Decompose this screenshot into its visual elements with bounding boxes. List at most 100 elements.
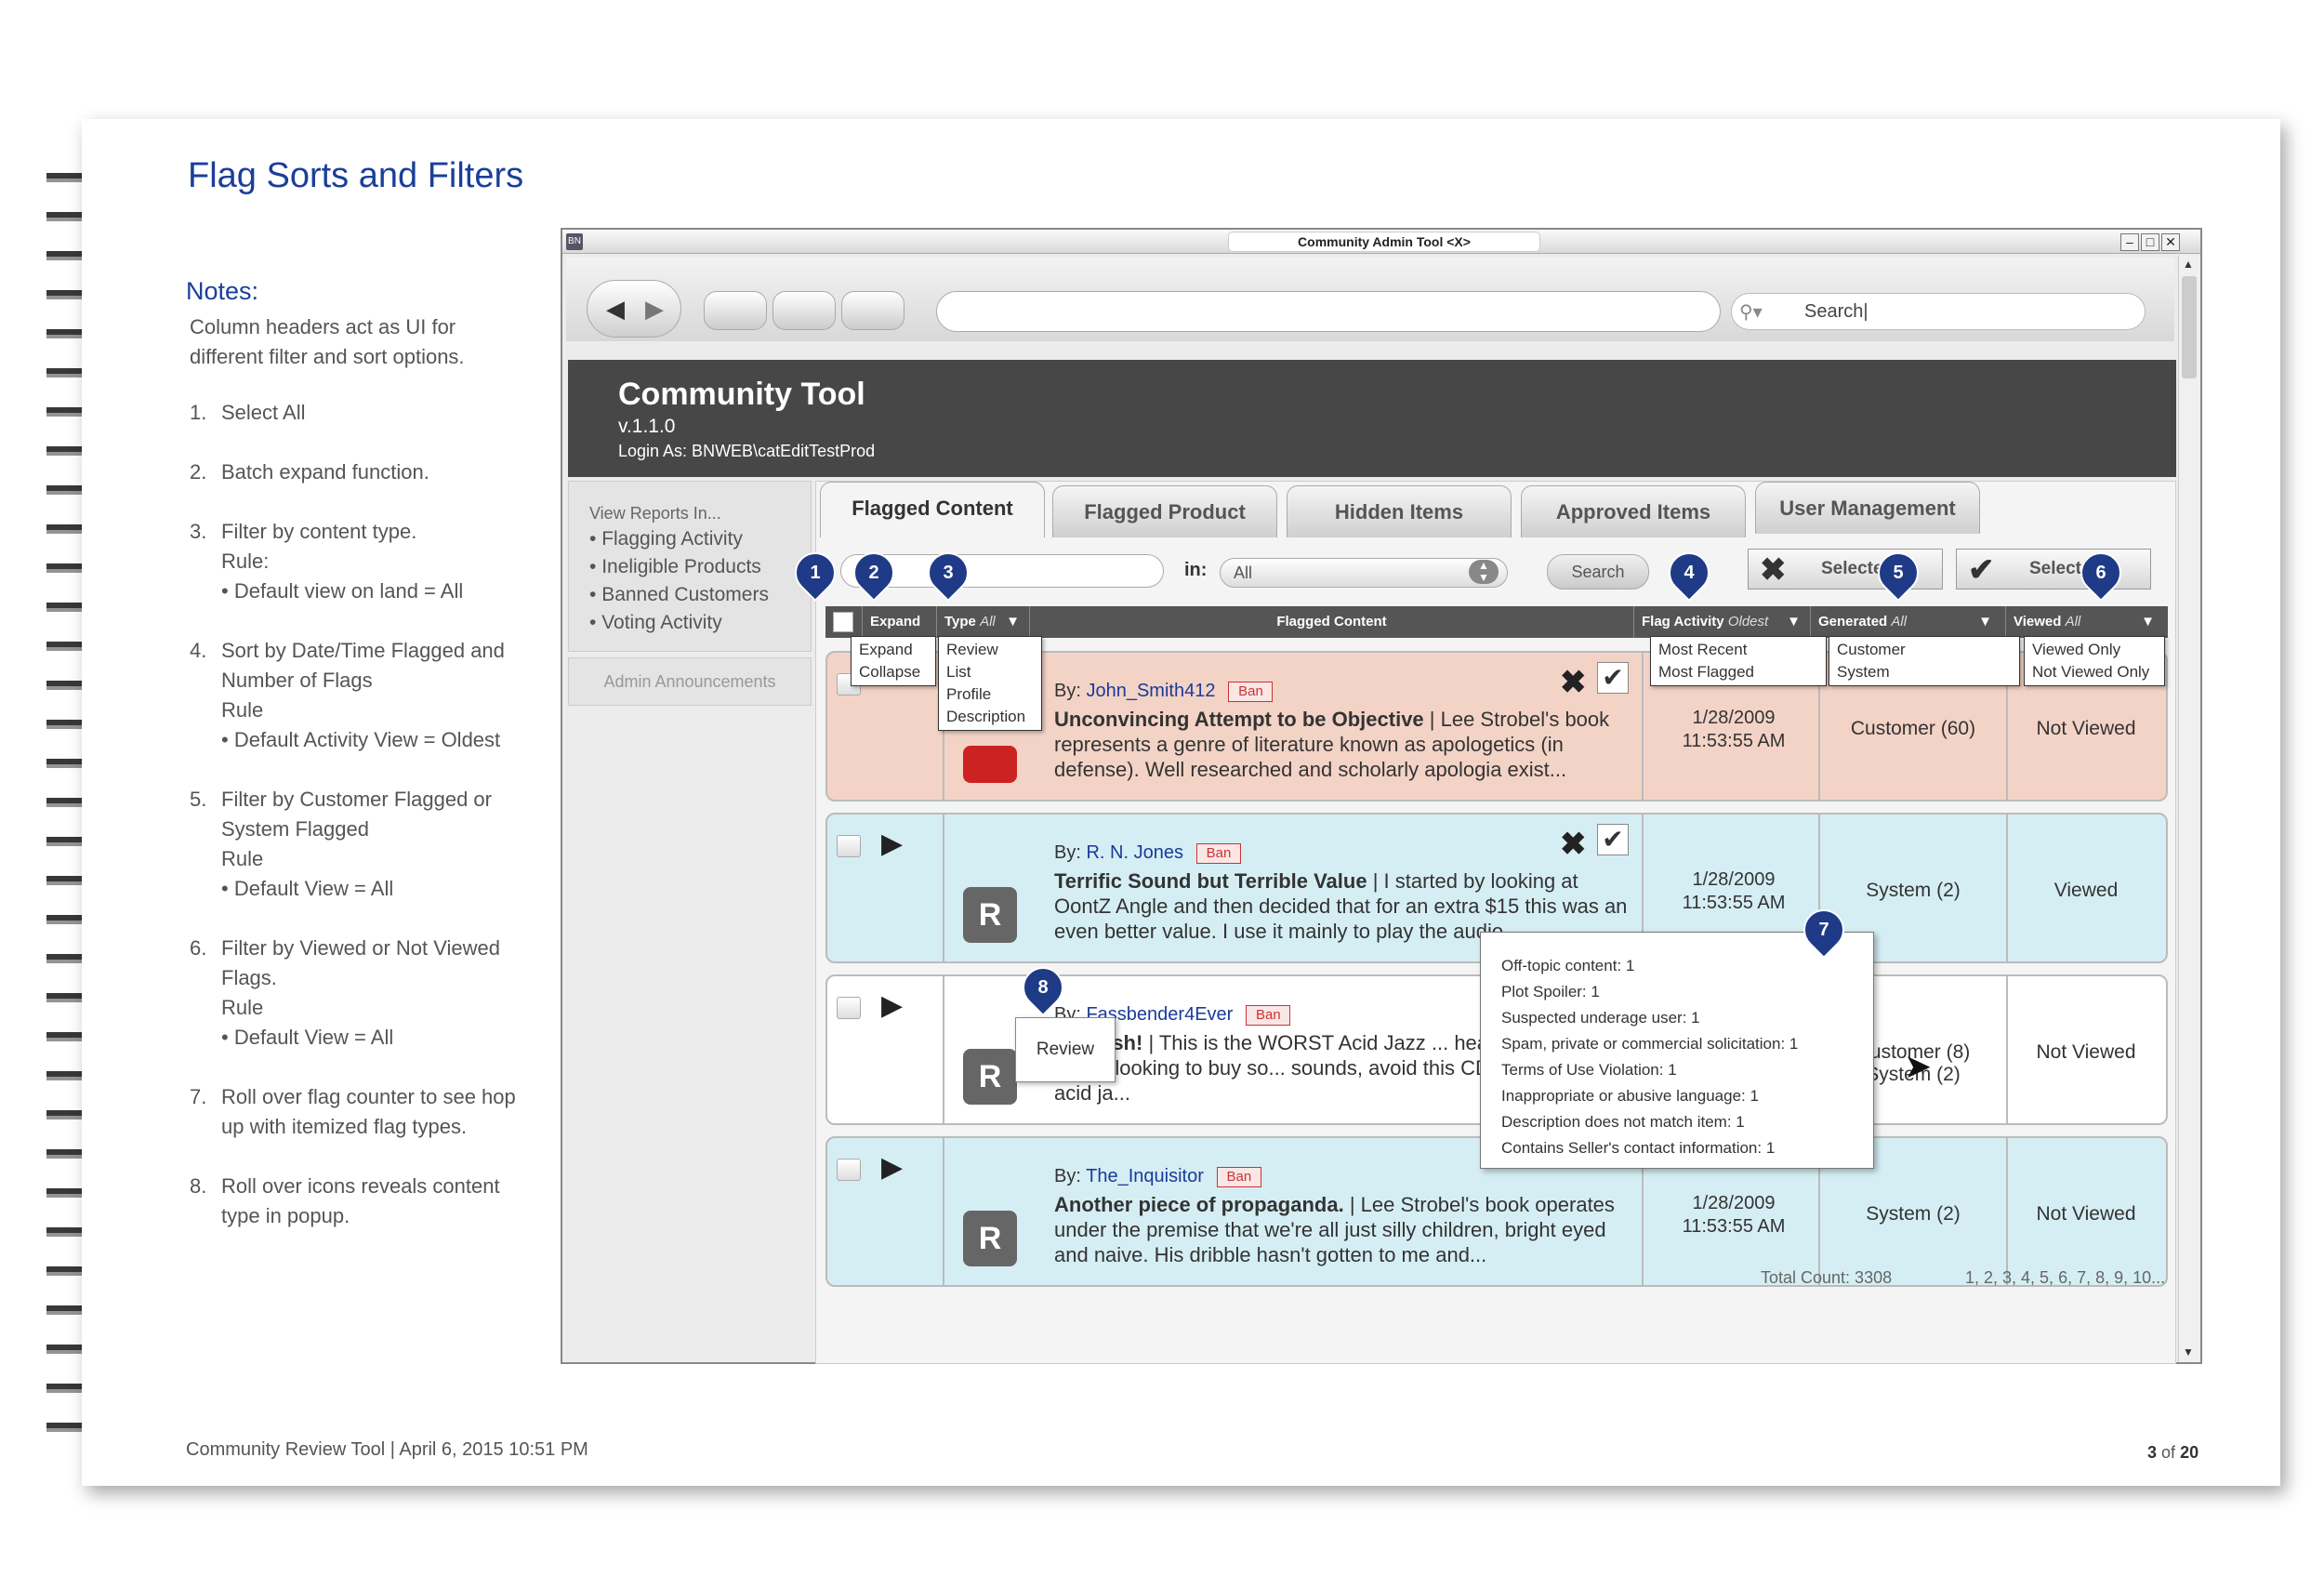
note-line: type in popup.: [221, 1204, 350, 1227]
select-arrows-icon[interactable]: ▲ ▼: [1469, 560, 1499, 584]
expand-arrow-icon[interactable]: ▶: [881, 828, 903, 860]
type-header-value: All: [980, 614, 996, 629]
total-count: Total Count: 3308: [1761, 1268, 1893, 1287]
expand-header[interactable]: Expand ▼: [863, 606, 937, 661]
close-button[interactable]: ✕: [2161, 233, 2180, 251]
left-nav-item[interactable]: • Flagging Activity: [589, 528, 743, 550]
note-line: 4. Sort by Date/Time Flagged and: [190, 636, 561, 666]
dropdown-option[interactable]: Most Flagged: [1658, 661, 1818, 683]
tab-user-management[interactable]: User Management: [1755, 482, 1980, 534]
forward-icon[interactable]: ▶: [640, 294, 669, 324]
tab-hidden-items[interactable]: Hidden Items: [1287, 485, 1512, 537]
search-button[interactable]: Search: [1547, 554, 1649, 590]
note-line: Rule: [221, 996, 264, 1019]
scope-select[interactable]: All: [1220, 558, 1508, 588]
generated-header-label: Generated: [1818, 614, 1888, 629]
by-label: By:: [1054, 681, 1081, 701]
scroll-up-icon[interactable]: ▲: [2183, 258, 2194, 271]
left-nav-item[interactable]: • Voting Activity: [589, 612, 722, 634]
dropdown-option[interactable]: Profile: [946, 683, 1034, 706]
row-title: Terrific Sound but Terrible Value: [1054, 869, 1367, 893]
dropdown-option[interactable]: Expand: [859, 639, 928, 661]
approve-icon[interactable]: ✔: [1597, 824, 1629, 855]
toolbar-button[interactable]: [772, 291, 836, 330]
minimize-button[interactable]: –: [2120, 233, 2139, 251]
left-nav-item[interactable]: • Banned Customers: [589, 584, 769, 606]
flag-counter[interactable]: System (2): [1822, 1203, 2004, 1226]
note-line: Flags.: [221, 966, 277, 989]
review-type-icon[interactable]: R: [963, 1049, 1017, 1105]
approve-icon[interactable]: ✔: [1597, 662, 1629, 694]
type-header[interactable]: Type All ▼: [937, 606, 1030, 638]
note-line: Rule: [221, 847, 264, 870]
ban-button[interactable]: Ban: [1216, 1166, 1261, 1187]
approve-selected-button[interactable]: ✔ Selected: [1956, 549, 2151, 590]
tab-approved-items[interactable]: Approved Items: [1521, 485, 1746, 537]
dropdown-option[interactable]: Collapse: [859, 661, 928, 683]
viewed-header[interactable]: Viewed All ▼: [2006, 606, 2168, 638]
row-checkbox[interactable]: [837, 997, 861, 1019]
dropdown-option[interactable]: List: [946, 661, 1034, 683]
scroll-thumb[interactable]: [2182, 276, 2197, 378]
back-icon[interactable]: ◀: [601, 294, 630, 324]
author-link[interactable]: John_Smith412: [1086, 681, 1215, 701]
expand-arrow-icon[interactable]: ▶: [881, 989, 903, 1022]
viewed-status: Viewed: [2053, 880, 2119, 901]
generated-header-value: All: [1891, 614, 1908, 629]
pagination[interactable]: 1, 2, 3, 4, 5, 6, 7, 8, 9, 10...: [1965, 1268, 2165, 1288]
review-type-icon[interactable]: R: [963, 887, 1017, 943]
review-type-icon[interactable]: [963, 746, 1017, 783]
dropdown-option[interactable]: Description: [946, 706, 1034, 728]
browser-toolbar: ◀ ▶ Search| ⚲▾: [566, 258, 2174, 341]
flag-date-day: 1/28/2009: [1692, 869, 1776, 890]
ban-button[interactable]: Ban: [1228, 681, 1274, 702]
note-text: Roll over flag counter to see hop: [221, 1085, 516, 1108]
review-type-icon[interactable]: R: [963, 1211, 1017, 1266]
expand-arrow-icon[interactable]: ▶: [881, 1151, 903, 1184]
browser-search-input[interactable]: Search|: [1731, 293, 2146, 330]
reject-icon[interactable]: ✖: [1560, 664, 1587, 701]
author-link[interactable]: R. N. Jones: [1086, 842, 1182, 863]
left-nav-item[interactable]: • Ineligible Products: [589, 556, 761, 578]
scrollbar[interactable]: ▲ ▼: [2178, 256, 2200, 1362]
flag-date: 1/28/2009 11:53:55 AM: [1645, 707, 1822, 753]
note-item: 7. Roll over flag counter to see hop up wi…: [190, 1082, 561, 1142]
activity-header[interactable]: Flag Activity Oldest ▼: [1634, 606, 1811, 638]
tab-flagged-content[interactable]: Flagged Content: [820, 482, 1045, 537]
search-icon[interactable]: ⚲▾: [1739, 300, 1763, 323]
viewed-header-value: All: [2065, 614, 2081, 629]
filter-row: in: All ▲ ▼ Search ✖ Selected ✔ Selected: [816, 537, 2175, 603]
flag-counter[interactable]: Customer (60): [1822, 718, 2004, 740]
callout-number: 8: [1037, 977, 1049, 998]
ban-button[interactable]: Ban: [1246, 1004, 1291, 1026]
reject-icon[interactable]: ✖: [1560, 826, 1587, 863]
callout-number: 1: [810, 563, 821, 583]
row-checkbox[interactable]: [837, 1159, 861, 1181]
author-link[interactable]: The_Inquisitor: [1086, 1166, 1204, 1186]
generated-header[interactable]: Generated All ▼: [1811, 606, 2006, 638]
dropdown-option[interactable]: Review: [946, 639, 1034, 661]
tab-flagged-product[interactable]: Flagged Product: [1052, 485, 1277, 537]
address-bar[interactable]: [936, 291, 1721, 332]
toolbar-button[interactable]: [704, 291, 767, 330]
dropdown-option[interactable]: Viewed Only: [2032, 639, 2157, 661]
dropdown-option[interactable]: Not Viewed Only: [2032, 661, 2157, 683]
select-all-checkbox[interactable]: [833, 612, 853, 632]
flag-date-time: 11:53:55 AM: [1682, 1216, 1786, 1237]
flag-counter[interactable]: System (2): [1822, 880, 2004, 902]
toolbar-button[interactable]: [841, 291, 905, 330]
dropdown-option[interactable]: Most Recent: [1658, 639, 1818, 661]
dropdown-option[interactable]: Customer: [1837, 639, 2012, 661]
note-text: Filter by Viewed or Not Viewed: [221, 936, 500, 960]
row-author: By: R. N. Jones Ban: [1054, 842, 1241, 864]
maximize-button[interactable]: □: [2141, 233, 2159, 251]
admin-announcements-button[interactable]: Admin Announcements: [568, 657, 812, 706]
row-checkbox[interactable]: [837, 835, 861, 857]
tooltip-line: Plot Spoiler: 1: [1501, 983, 1600, 1000]
dropdown-option[interactable]: System: [1837, 661, 2012, 683]
ban-button[interactable]: Ban: [1195, 842, 1241, 864]
scroll-down-icon[interactable]: ▼: [2183, 1345, 2194, 1358]
flag-date: 1/28/2009 11:53:55 AM: [1645, 868, 1822, 915]
flag-date-time: 11:53:55 AM: [1682, 731, 1786, 751]
note-number: 6.: [190, 936, 207, 960]
